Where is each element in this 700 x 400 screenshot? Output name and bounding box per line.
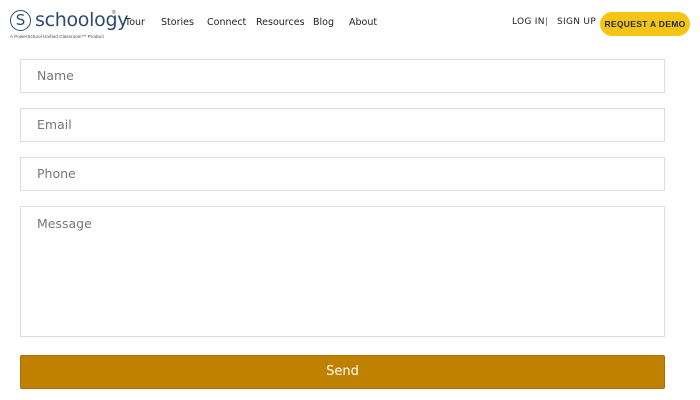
signup-link[interactable]: SIGN UP — [557, 17, 596, 27]
logo-trademark: ® — [112, 10, 116, 16]
request-demo-button[interactable]: REQUEST A DEMO — [600, 12, 690, 36]
phone-input[interactable]: Phone — [20, 157, 665, 191]
name-input[interactable]: Name — [20, 59, 665, 93]
logo-tagline: A PowerSchool Unified Classroom™ Product — [10, 34, 104, 39]
nav-stories[interactable]: Stories — [161, 17, 194, 28]
schoology-logo-icon: S — [10, 10, 31, 31]
send-button[interactable]: Send — [20, 355, 665, 389]
schoology-logo[interactable]: S schoology ® A PowerSchool Unified Clas… — [10, 9, 128, 40]
nav-resources[interactable]: Resources — [256, 17, 305, 28]
nav-about[interactable]: About — [349, 17, 377, 28]
auth-separator: | — [545, 17, 549, 27]
email-input[interactable]: Email — [20, 108, 665, 142]
nav-blog[interactable]: Blog — [313, 17, 334, 28]
login-link[interactable]: LOG IN — [512, 17, 545, 27]
nav-connect[interactable]: Connect — [207, 17, 246, 28]
message-textarea[interactable]: Message — [20, 206, 665, 337]
nav-tour[interactable]: Tour — [125, 17, 145, 28]
site-header: S schoology ® A PowerSchool Unified Clas… — [0, 0, 700, 48]
